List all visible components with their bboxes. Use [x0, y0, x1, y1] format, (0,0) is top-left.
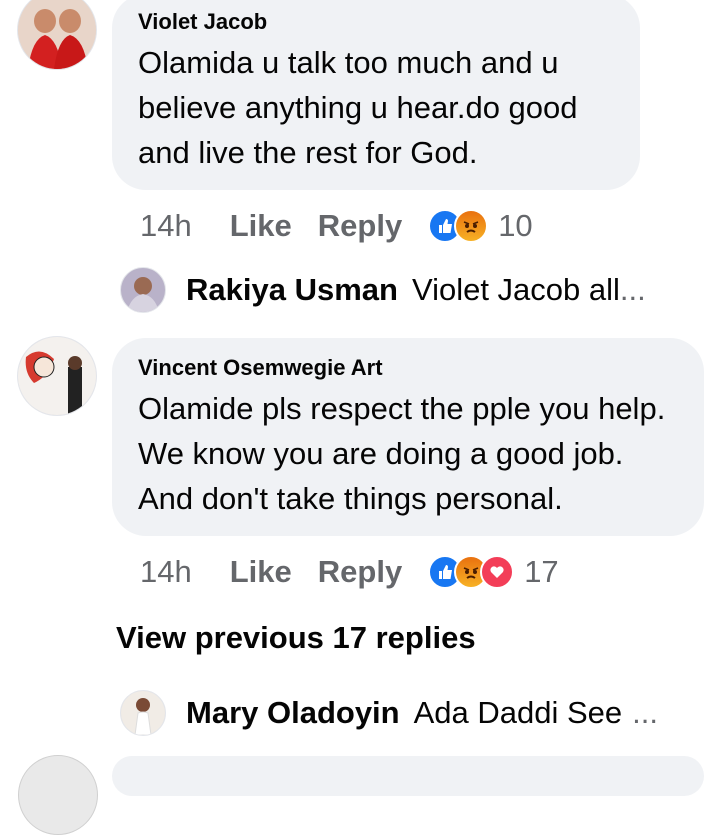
- reply-text: Violet Jacob all: [411, 272, 620, 307]
- angry-reaction-icon: [454, 209, 489, 243]
- reaction-count[interactable]: 10: [498, 208, 532, 244]
- comment-time[interactable]: 14h: [140, 208, 192, 244]
- view-previous-replies-link[interactable]: View previous 17 replies: [116, 620, 476, 656]
- comment-bubble: Vincent Osemwegie Art Olamide pls respec…: [112, 338, 704, 536]
- like-button[interactable]: Like: [230, 208, 292, 244]
- comment-bubble: [112, 756, 704, 796]
- reply-button[interactable]: Reply: [318, 554, 402, 590]
- reply-author[interactable]: Rakiya Usman: [186, 272, 398, 308]
- reply-ellipsis: ...: [632, 695, 658, 730]
- reply-button[interactable]: Reply: [318, 208, 402, 244]
- reactions[interactable]: [428, 209, 489, 243]
- comment-text: Olamida u talk too much and u believe an…: [138, 45, 578, 170]
- comment-time[interactable]: 14h: [140, 554, 192, 590]
- reply-avatar: [120, 267, 166, 313]
- comment-actions: 14h Like Reply 10: [140, 206, 533, 246]
- reply-ellipsis: ...: [619, 272, 646, 307]
- comment-author[interactable]: Vincent Osemwegie Art: [138, 354, 678, 382]
- reply-text: Ada Daddi See: [413, 695, 623, 730]
- love-reaction-icon: [480, 555, 515, 589]
- reactions[interactable]: [428, 555, 515, 589]
- avatar[interactable]: [17, 336, 97, 416]
- comment-actions: 14h Like Reply 17: [140, 552, 559, 592]
- comment-text: Olamide pls respect the pple you help. W…: [138, 391, 666, 516]
- like-button[interactable]: Like: [230, 554, 292, 590]
- comment-bubble: Violet Jacob Olamida u talk too much and…: [112, 0, 640, 190]
- avatar[interactable]: [18, 755, 98, 835]
- reply-preview[interactable]: Mary Oladoyin Ada Daddi See ...: [120, 690, 658, 736]
- reply-avatar: [120, 690, 166, 736]
- reply-author[interactable]: Mary Oladoyin: [186, 695, 400, 731]
- comment-author[interactable]: Violet Jacob: [138, 8, 614, 36]
- reply-preview[interactable]: Rakiya Usman Violet Jacob all ...: [120, 267, 646, 313]
- avatar[interactable]: [17, 0, 97, 70]
- reaction-count[interactable]: 17: [524, 554, 558, 590]
